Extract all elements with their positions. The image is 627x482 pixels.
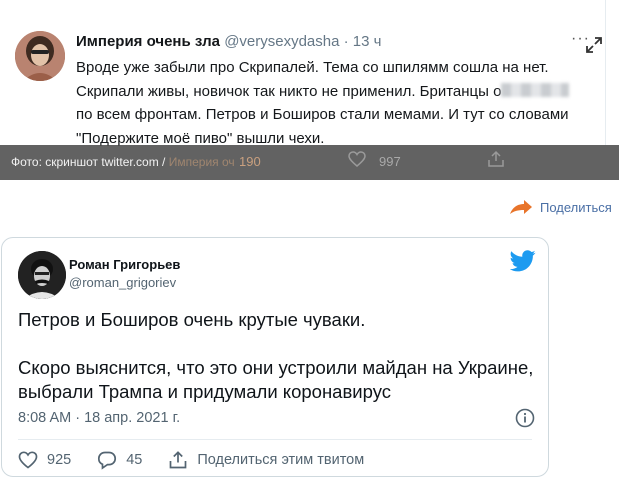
heart-icon [348, 151, 366, 167]
info-icon[interactable] [515, 408, 535, 428]
tweet-text: Вроде уже забыли про Скрипалей. Тема со … [76, 56, 596, 150]
share-icon[interactable] [168, 450, 188, 470]
tweet-text-line: Вроде уже забыли про Скрипалей. Тема со … [76, 59, 549, 76]
tweet-text: Петров и Боширов очень крутые чуваки. Ск… [18, 308, 538, 404]
author-handle[interactable]: @verysexydasha [224, 33, 339, 50]
share-icon [488, 150, 504, 167]
tweet-paragraph: Петров и Боширов очень крутые чуваки. [18, 309, 366, 330]
tweet-timestamp[interactable]: 8:08 AM · 18 апр. 2021 г. [18, 410, 180, 426]
embedded-tweet[interactable]: Роман Григорьев @roman_grigoriev Петров … [1, 237, 549, 477]
author-handle[interactable]: @roman_grigoriev [69, 275, 176, 290]
expand-icon[interactable] [585, 36, 603, 54]
reply-count[interactable]: 45 [126, 452, 142, 468]
avatar[interactable] [15, 31, 65, 81]
author-name[interactable]: Роман Григорьев [69, 257, 180, 272]
blurred-text [501, 82, 570, 97]
tweet-paragraph: Скоро выяснится, что это они устроили ма… [18, 357, 534, 402]
twitter-bird-icon[interactable] [510, 250, 536, 272]
like-count: 997 [379, 154, 401, 169]
share-tweet-label[interactable]: Поделиться этим твитом [197, 452, 364, 468]
share-link[interactable]: Поделиться [508, 198, 612, 216]
author-name[interactable]: Империя очень зла [76, 33, 220, 50]
share-label[interactable]: Поделиться [540, 200, 612, 215]
heart-icon[interactable] [18, 450, 38, 470]
like-count[interactable]: 925 [47, 452, 71, 468]
photo-credit-blurred: Империя оч [168, 155, 235, 169]
tweet-header: Империя очень зла @verysexydasha · 13 ч [76, 33, 381, 50]
tweet-screenshot: Империя очень зла @verysexydasha · 13 ч … [0, 0, 619, 180]
divider [18, 439, 532, 440]
divider [605, 0, 606, 145]
reply-icon[interactable] [97, 450, 117, 470]
photo-credit: Фото: скриншот twitter.com / Империя оч [11, 155, 235, 169]
tweet-time[interactable]: · 13 ч [344, 33, 382, 50]
tweet-text-line: Скрипали живы, новичок так никто не прим… [76, 80, 596, 104]
tweet-text-line: по всем фронтам. Петров и Боширов стали … [76, 106, 569, 123]
retweet-count: 190 [239, 154, 261, 169]
tweet-actions: 925 45 Поделиться этим твитом [18, 450, 364, 470]
avatar[interactable] [18, 251, 66, 299]
share-arrow-icon [510, 200, 532, 214]
